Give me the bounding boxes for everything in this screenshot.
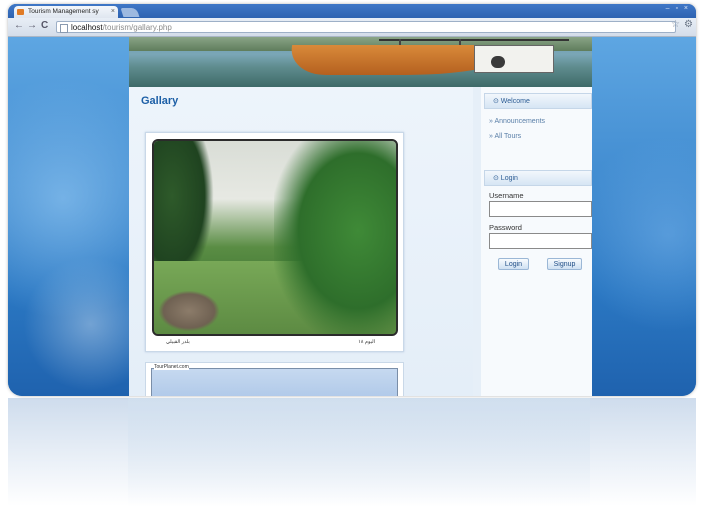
- browser-window: Tourism Management sy × – ▫ × ← → C loca…: [8, 4, 696, 396]
- reflection-content: [128, 398, 590, 508]
- boat-canopy: [379, 39, 569, 41]
- forward-button[interactable]: →: [27, 20, 37, 31]
- main-column: Gallary بلدر القبيلي اليوم ١٨ TourPlanet…: [129, 87, 473, 396]
- sidebar: ⊙ Welcome » Announcements » All Tours ⊙ …: [481, 87, 592, 396]
- gallery-item[interactable]: بلدر القبيلي اليوم ١٨: [145, 132, 404, 352]
- page-icon: [60, 24, 68, 33]
- browser-tab[interactable]: Tourism Management sy ×: [14, 6, 118, 18]
- password-label: Password: [489, 223, 522, 232]
- page-viewport: Gallary بلدر القبيلي اليوم ١٨ TourPlanet…: [8, 37, 696, 396]
- tab-close-button[interactable]: ×: [111, 6, 115, 18]
- favicon-icon: [17, 9, 24, 15]
- new-tab-button[interactable]: [120, 8, 140, 17]
- back-button[interactable]: ←: [14, 20, 24, 31]
- username-label: Username: [489, 191, 524, 200]
- window-reflection: [8, 398, 696, 518]
- login-button[interactable]: Login: [498, 258, 529, 270]
- link-announcements[interactable]: » Announcements: [489, 118, 545, 125]
- login-heading: ⊙ Login: [484, 170, 592, 186]
- boat-window: [491, 56, 505, 68]
- wrench-icon[interactable]: ⚙: [684, 19, 693, 30]
- toolbar: ← → C localhost/tourism/gallary.php ☆ ⚙: [8, 18, 696, 37]
- username-field[interactable]: [489, 201, 592, 217]
- page-content: Gallary بلدر القبيلي اليوم ١٨ TourPlanet…: [129, 87, 592, 396]
- url-host: localhost: [71, 23, 103, 32]
- photo-watermark: TourPlanet.com: [154, 364, 189, 370]
- tab-title: Tourism Management sy: [28, 8, 99, 15]
- window-controls[interactable]: – ▫ ×: [666, 5, 690, 12]
- photo-rock: [159, 291, 219, 331]
- boat-image: [129, 37, 592, 87]
- photo-caption-left: بلدر القبيلي: [166, 339, 190, 345]
- reload-button[interactable]: C: [41, 20, 48, 31]
- tab-bar: Tourism Management sy × – ▫ ×: [8, 4, 696, 18]
- boat-cabin: [474, 45, 554, 73]
- photo-trees-right: [274, 141, 396, 334]
- photo-caption-right: اليوم ١٨: [358, 339, 375, 345]
- page-title: Gallary: [141, 95, 179, 107]
- link-all-tours[interactable]: » All Tours: [489, 133, 521, 140]
- password-field[interactable]: [489, 233, 592, 249]
- gallery-photo[interactable]: TourPlanet.com: [151, 364, 398, 396]
- signup-button[interactable]: Signup: [547, 258, 582, 270]
- url-path: /tourism/gallary.php: [102, 23, 172, 32]
- welcome-heading: ⊙ Welcome: [484, 93, 592, 109]
- address-bar[interactable]: localhost/tourism/gallary.php: [56, 21, 676, 33]
- gallery-photo[interactable]: [152, 139, 398, 336]
- gallery-item[interactable]: TourPlanet.com: [145, 362, 404, 396]
- star-icon[interactable]: ☆: [671, 19, 680, 30]
